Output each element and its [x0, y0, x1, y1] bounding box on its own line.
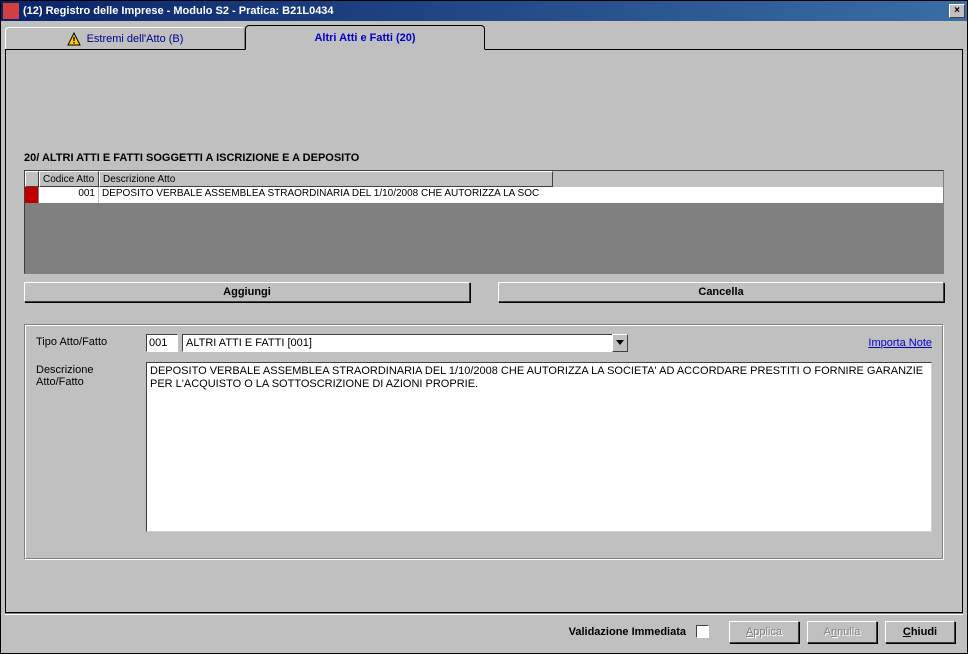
tab-row: Estremi dell'Atto (B) Altri Atti e Fatti…: [5, 25, 963, 49]
tab-label: Estremi dell'Atto (B): [87, 33, 184, 45]
tab-panel-altri-atti: 20/ ALTRI ATTI E FATTI SOGGETTI A ISCRIZ…: [5, 49, 963, 613]
table-row[interactable]: 001 DEPOSITO VERBALE ASSEMBLEA STRAORDIN…: [25, 187, 943, 203]
grid-button-row: Aggiungi Cancella: [24, 282, 944, 302]
tipo-atto-label: Tipo Atto/Fatto: [36, 334, 146, 348]
app-icon: [3, 3, 19, 19]
tabs-area: Estremi dell'Atto (B) Altri Atti e Fatti…: [5, 25, 963, 613]
cell-descrizione: DEPOSITO VERBALE ASSEMBLEA STRAORDINARIA…: [99, 187, 553, 203]
section-heading: 20/ ALTRI ATTI E FATTI SOGGETTI A ISCRIZ…: [24, 152, 944, 164]
cancella-button[interactable]: Cancella: [498, 282, 944, 302]
descrizione-textarea[interactable]: [146, 362, 932, 532]
cell-codice: 001: [39, 187, 99, 203]
close-icon[interactable]: ×: [949, 4, 965, 18]
descrizione-row: Descrizione Atto/Fatto: [36, 362, 932, 532]
tipo-atto-combo-input[interactable]: [182, 334, 612, 352]
tipo-atto-row: Tipo Atto/Fatto Importa Note: [36, 334, 932, 352]
row-indicator-icon: [25, 187, 39, 203]
grid-header-descrizione: Descrizione Atto: [99, 171, 553, 187]
window-title: (12) Registro delle Imprese - Modulo S2 …: [23, 5, 949, 17]
tab-label: Altri Atti e Fatti (20): [314, 32, 415, 44]
annulla-button[interactable]: Annulla: [807, 621, 877, 643]
applica-button[interactable]: Applica: [729, 621, 799, 643]
grid-header: Codice Atto Descrizione Atto: [25, 171, 943, 187]
client-area: Estremi dell'Atto (B) Altri Atti e Fatti…: [1, 21, 967, 653]
atti-grid[interactable]: Codice Atto Descrizione Atto 001 DEPOSIT…: [24, 170, 944, 274]
tab-altri-atti[interactable]: Altri Atti e Fatti (20): [245, 25, 485, 50]
grid-header-codice: Codice Atto: [39, 171, 99, 187]
aggiungi-button[interactable]: Aggiungi: [24, 282, 470, 302]
tipo-atto-combo[interactable]: [182, 334, 628, 352]
chiudi-button[interactable]: Chiudi: [885, 621, 955, 643]
app-window: (12) Registro delle Imprese - Modulo S2 …: [0, 0, 968, 654]
warning-icon: [67, 32, 81, 46]
chevron-down-icon[interactable]: [612, 334, 628, 352]
bottom-bar: Validazione Immediata Applica Annulla Ch…: [5, 613, 963, 649]
importa-note-link[interactable]: Importa Note: [868, 337, 932, 349]
grid-header-selector: [25, 171, 39, 187]
validazione-label: Validazione Immediata: [569, 626, 686, 638]
validazione-checkbox[interactable]: [696, 625, 709, 638]
titlebar: (12) Registro delle Imprese - Modulo S2 …: [1, 1, 967, 21]
form-groupbox: Tipo Atto/Fatto Importa Note Descrizione…: [24, 324, 944, 560]
descrizione-label: Descrizione Atto/Fatto: [36, 362, 146, 388]
tab-estremi-atto[interactable]: Estremi dell'Atto (B): [5, 27, 245, 49]
grid-empty-area: [25, 203, 943, 273]
tipo-atto-code-input[interactable]: [146, 334, 178, 352]
